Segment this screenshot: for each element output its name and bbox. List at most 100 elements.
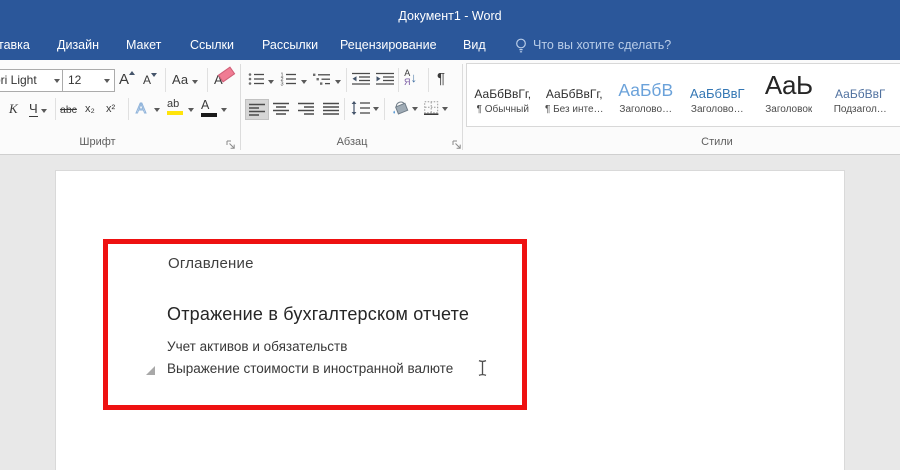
tab-insert-partial[interactable]: тавка [0,38,30,52]
font-color-button[interactable]: А [201,98,217,117]
tab-mailings[interactable]: Рассылки [262,38,318,52]
align-center-button[interactable] [273,102,289,115]
document-area: Оглавление Отражение в бухгалтерском отч… [0,155,900,470]
style-label: Заголово… [619,104,673,115]
font-name-combobox[interactable]: bri Light [0,69,65,92]
sort-button[interactable]: А Я ↓ [404,69,417,87]
annotation-rectangle [103,239,527,410]
style-title[interactable]: АаЬ Заголовок [753,64,825,126]
tab-view[interactable]: Вид [463,38,486,52]
align-right-icon [298,102,314,115]
style-subtitle[interactable]: АаБбВвГ Подзагол… [825,64,897,126]
italic-button[interactable]: К [9,101,18,117]
style-sample: АаБбВвГг, [474,87,532,101]
style-sample: АаБбВвГ [835,87,886,101]
caret-down-icon [151,73,158,77]
shrink-font-glyph: А [143,73,152,87]
show-marks-button[interactable]: ¶ [437,70,445,87]
clear-formatting-button[interactable]: А [214,66,236,92]
ribbon: bri Light 12 А А Аа А К Ч abc [0,60,900,155]
chevron-down-icon [191,80,198,84]
chevron-down-icon[interactable] [54,79,60,83]
chevron-down-icon[interactable] [104,79,110,83]
tab-layout[interactable]: Макет [126,38,161,52]
align-right-button[interactable] [298,102,314,115]
chevron-down-icon[interactable] [188,108,194,112]
subscript-button[interactable]: х₂ [85,103,95,115]
increase-indent-button[interactable] [376,72,395,85]
style-label: Заголовок [765,104,813,115]
underline-button[interactable]: Ч [29,101,48,117]
style-no-spacing[interactable]: АаБбВвГг, ¶ Без инте… [539,64,611,126]
chevron-down-icon [41,109,48,113]
justify-button[interactable] [323,102,339,115]
grow-font-button[interactable]: А [119,71,136,88]
strikethrough-button[interactable]: abc [60,104,77,116]
style-sample: АаЬ [764,70,813,100]
highlight-color-button[interactable]: ab [167,98,183,115]
style-normal[interactable]: АаБбВвГг, ¶ Обычный [467,64,539,126]
document-page[interactable]: Оглавление Отражение в бухгалтерском отч… [55,170,845,470]
title-bar: Документ1 - Word [0,0,900,32]
superscript-button[interactable]: х² [106,103,115,115]
font-color-bar [201,113,217,117]
styles-gallery: АаБбВвГг, ¶ Обычный АаБбВвГг, ¶ Без инте… [466,63,900,127]
multilevel-list-button[interactable] [313,72,331,86]
justify-icon [323,102,339,115]
text-effects-glyph: А [135,100,147,118]
lightbulb-icon [514,37,528,55]
decrease-indent-icon [352,72,370,85]
line-spacing-button[interactable] [351,101,371,115]
style-heading1[interactable]: АаБбВ Заголово… [610,64,682,126]
tab-references[interactable]: Ссылки [190,38,234,52]
chevron-down-icon[interactable] [412,107,418,111]
chevron-down-icon[interactable] [268,80,274,84]
styles-group-label: Стили [701,136,733,148]
numbering-icon: 123 [281,73,296,86]
highlight-color-bar [167,111,183,115]
tab-design[interactable]: Дизайн [57,38,99,52]
tell-me-box[interactable]: Что вы хотите сделать? [533,38,671,52]
decrease-indent-button[interactable] [352,72,371,85]
increase-indent-icon [376,72,394,85]
shrink-font-button[interactable]: А [143,73,158,87]
numbering-button[interactable]: 123 [280,72,297,86]
window-title: Документ1 - Word [398,9,502,23]
align-center-icon [273,102,289,115]
ribbon-tab-bar: тавка Дизайн Макет Ссылки Рассылки Рецен… [0,32,900,60]
paragraph-group-label: Абзац [336,136,368,148]
style-label: Подзагол… [833,104,887,115]
align-left-icon [249,103,265,116]
change-case-button[interactable]: Аа [172,72,198,87]
word-window: Документ1 - Word тавка Дизайн Макет Ссыл… [0,0,900,470]
chevron-down-icon[interactable] [373,107,379,111]
highlight-glyph: ab [167,98,180,110]
chevron-down-icon[interactable] [221,108,227,112]
chevron-down-icon[interactable] [442,107,448,111]
bullets-button[interactable] [248,72,265,86]
font-size-value: 12 [68,73,82,87]
chevron-down-icon[interactable] [154,108,160,112]
bullets-icon [248,73,264,85]
style-sample: АаБбВвГг, [545,87,603,101]
eraser-icon [217,66,236,83]
paint-bucket-icon [393,101,409,115]
paragraph-dialog-launcher[interactable] [452,140,462,150]
style-label: ¶ Обычный [476,104,529,115]
align-left-button[interactable] [245,99,269,120]
font-group-label: Шрифт [79,136,116,148]
chevron-down-icon[interactable] [335,80,341,84]
sort-arrow-icon: ↓ [410,70,418,85]
text-effects-button[interactable]: А [135,100,147,118]
borders-button[interactable] [424,101,439,115]
underline-glyph: Ч [29,101,38,117]
font-size-combobox[interactable]: 12 [62,69,115,92]
font-name-value: bri Light [0,73,37,87]
style-heading2[interactable]: АаБбВвГ Заголово… [682,64,754,126]
change-case-glyph: Аа [172,72,189,87]
shading-button[interactable] [391,100,411,115]
style-label: ¶ Без инте… [544,104,604,115]
tab-review[interactable]: Рецензирование [340,38,437,52]
font-dialog-launcher[interactable] [226,140,236,150]
chevron-down-icon[interactable] [301,80,307,84]
